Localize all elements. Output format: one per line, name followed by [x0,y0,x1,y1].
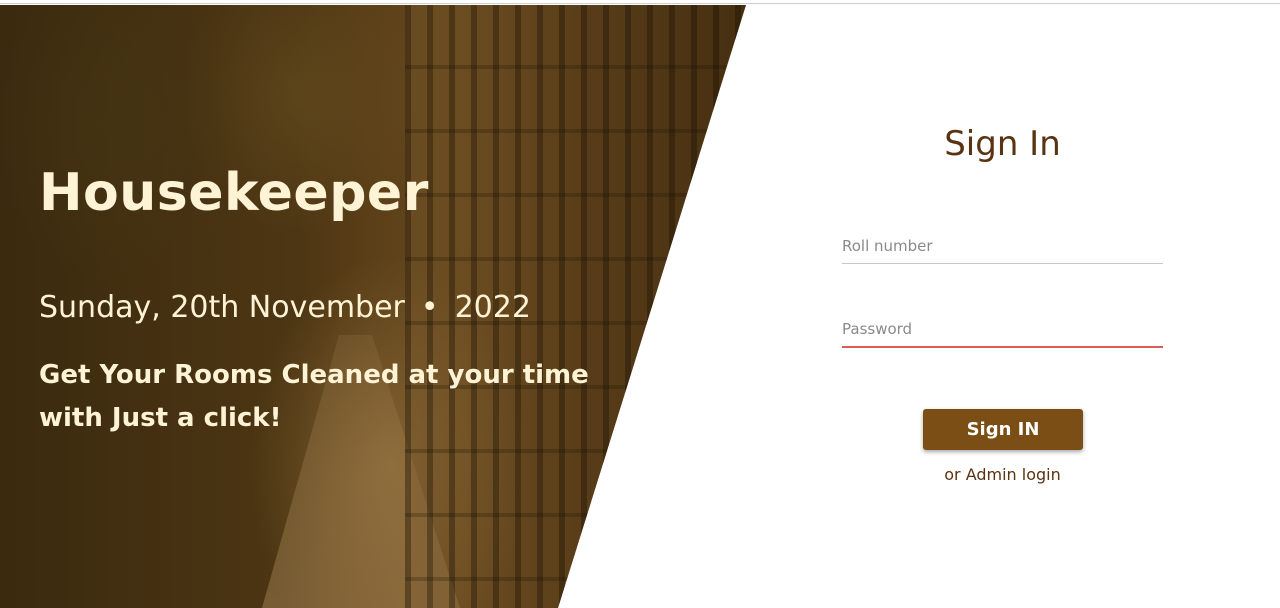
admin-login-link[interactable]: or Admin login [842,465,1163,484]
tagline-line-1: Get Your Rooms Cleaned at your time [39,360,589,390]
date-text: Sunday, 20th November [39,290,405,325]
password-input[interactable] [842,312,1163,348]
signin-heading: Sign In [944,124,1061,164]
roll-number-input[interactable] [842,228,1163,264]
current-date: Sunday, 20th November • 2022 [39,290,531,325]
top-border [0,0,1280,4]
signin-button[interactable]: Sign IN [923,409,1083,450]
app-title: Housekeeper [39,163,429,223]
tagline-line-2: with Just a click! [39,403,282,433]
date-separator: • [420,290,439,325]
tagline: Get Your Rooms Cleaned at your time with… [39,354,599,440]
date-year: 2022 [454,290,531,325]
